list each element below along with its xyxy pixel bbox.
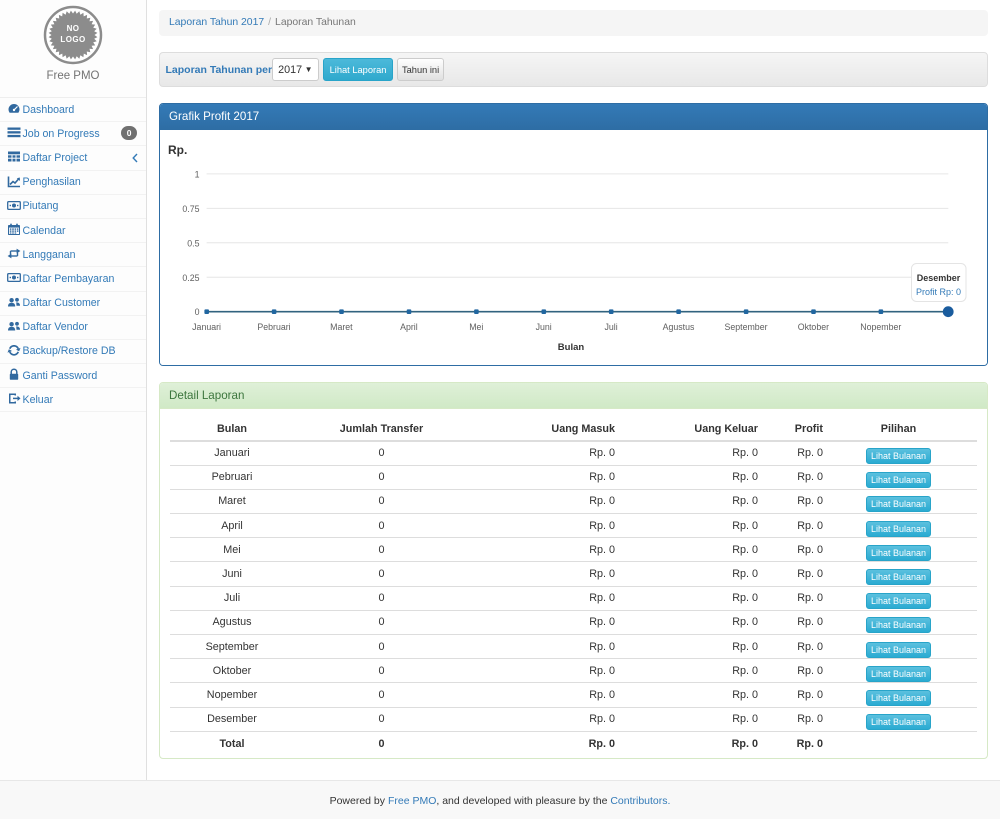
svg-text:1: 1 [195,169,200,179]
svg-text:September: September [724,322,767,332]
svg-text:Bulan: Bulan [558,342,585,353]
svg-text:NO: NO [67,24,80,33]
svg-text:0.25: 0.25 [182,273,199,283]
svg-text:LOGO: LOGO [60,35,85,44]
svg-text:0.5: 0.5 [187,238,199,248]
svg-text:Pebruari: Pebruari [257,322,290,332]
svg-text:0: 0 [195,307,200,317]
svg-text:0.75: 0.75 [182,204,199,214]
svg-text:Juni: Juni [536,322,552,332]
svg-text:Nopember: Nopember [860,322,901,332]
svg-text:Juli: Juli [604,322,617,332]
svg-text:Desember: Desember [917,273,961,283]
svg-text:Profit Rp: 0: Profit Rp: 0 [916,287,961,297]
svg-text:Oktober: Oktober [798,322,829,332]
svg-text:Rp.: Rp. [168,143,187,157]
svg-text:Mei: Mei [469,322,483,332]
svg-text:Agustus: Agustus [663,322,695,332]
svg-text:Maret: Maret [330,322,353,332]
svg-text:April: April [400,322,418,332]
svg-text:Januari: Januari [192,322,221,332]
